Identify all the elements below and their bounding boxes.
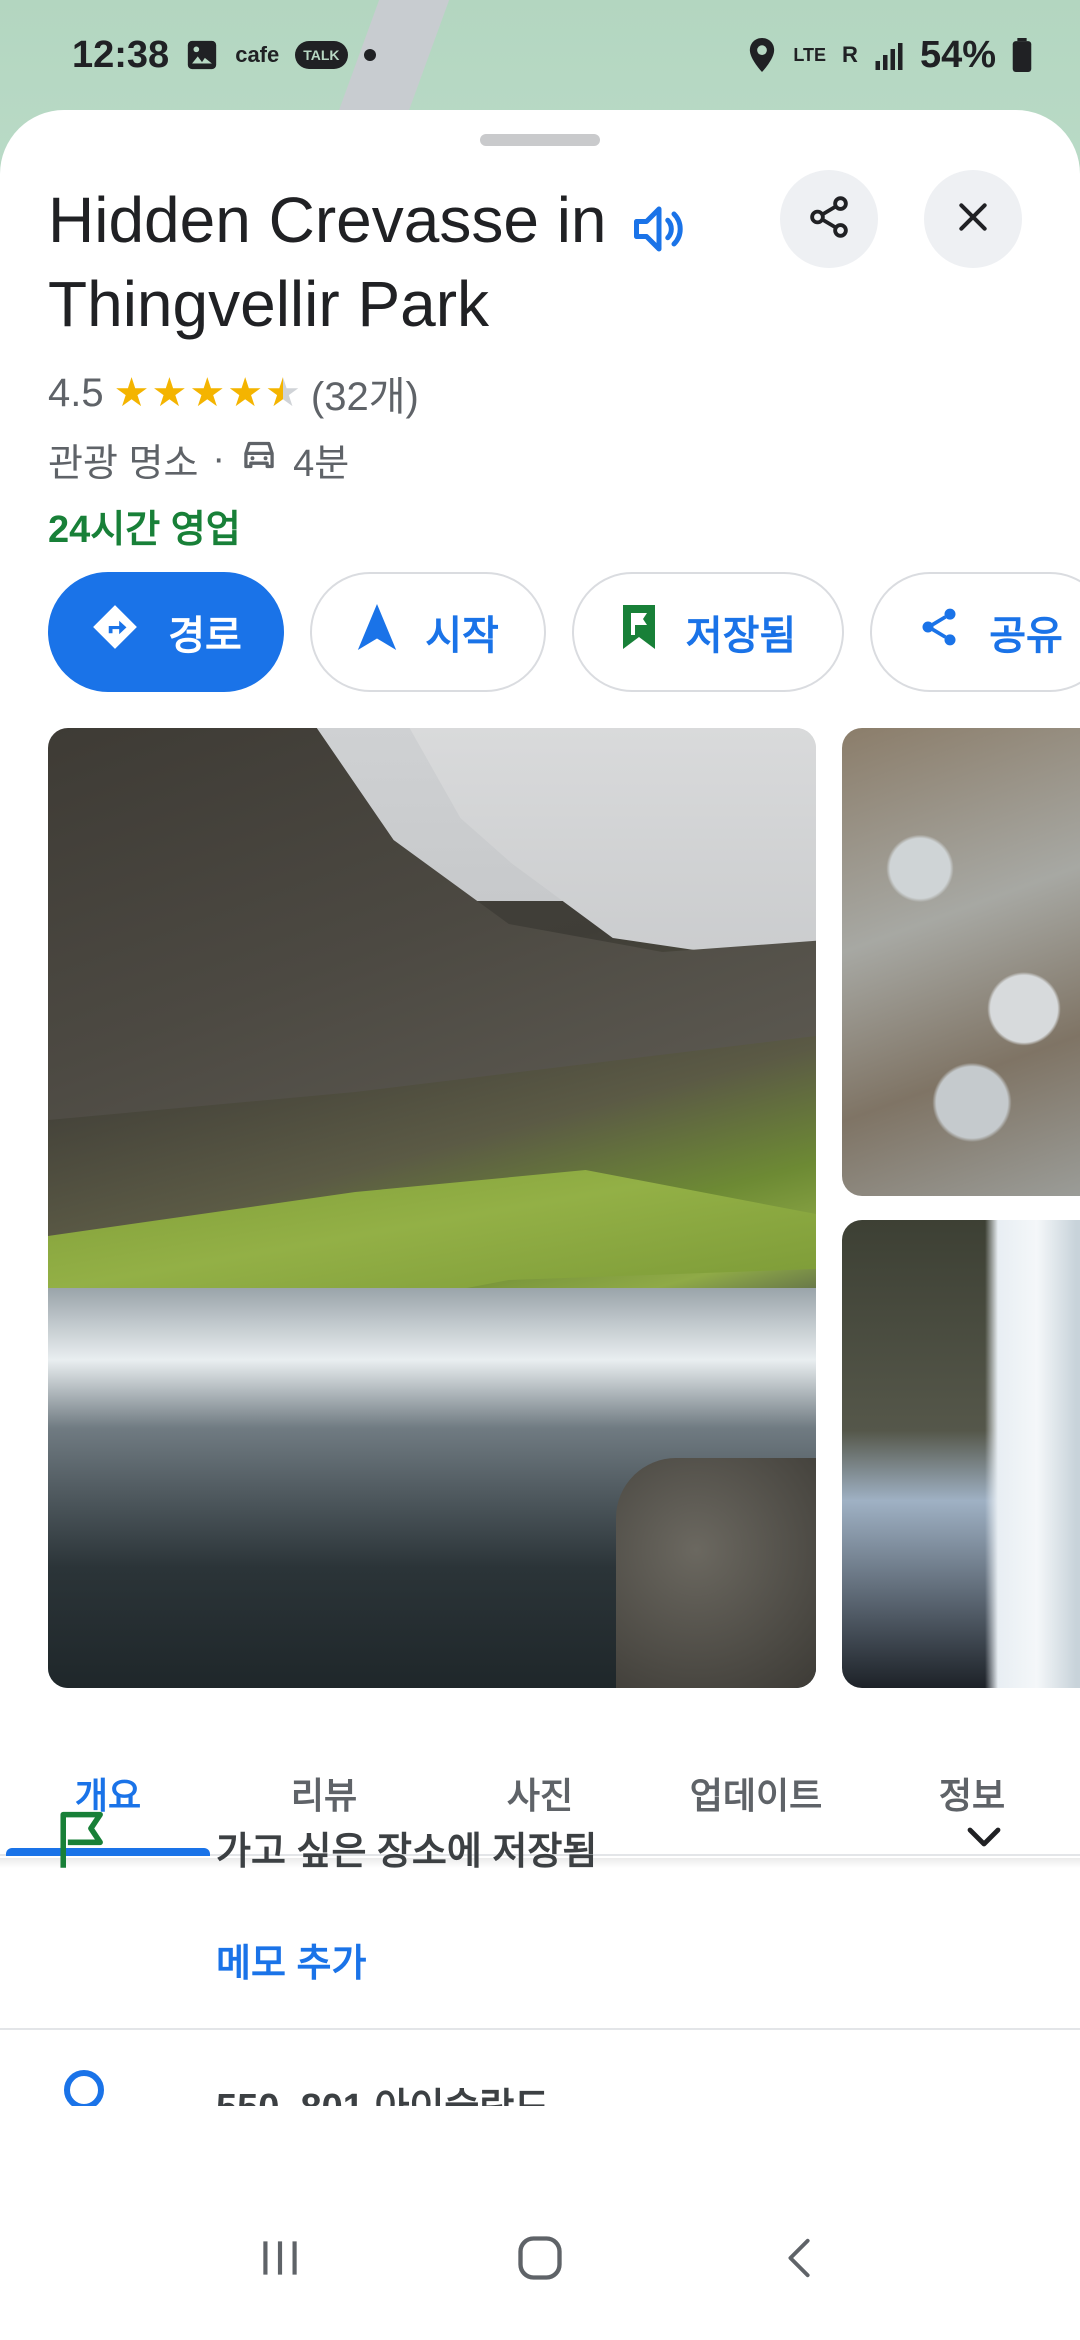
saved-list-text: 가고 싶은 장소에 저장됨: [216, 1831, 598, 1873]
share-icon: [917, 605, 961, 659]
share-icon: [806, 194, 852, 245]
place-sheet: Hidden Crevasse in Thingvellir Park 4.5 …: [0, 110, 1080, 2220]
gallery-icon: [185, 38, 219, 72]
address-text: 550, 801 아이슬란드: [216, 2076, 549, 2106]
place-title: Hidden Crevasse in Thingvellir Park: [48, 184, 607, 340]
back-button[interactable]: [755, 2215, 845, 2305]
half-star-icon: ★: [265, 371, 301, 415]
category-row: 관광 명소 · 4분: [48, 432, 349, 487]
status-right: LTE R 54%: [747, 34, 1032, 77]
kakaotalk-icon: TALK: [295, 41, 348, 69]
star-icon: ★: [189, 371, 226, 415]
star-rating: ★ ★ ★ ★ ★: [114, 373, 301, 413]
start-label: 시작: [425, 614, 499, 658]
address-row[interactable]: 550, 801 아이슬란드: [0, 2066, 1080, 2106]
directions-label: 경로: [168, 614, 242, 658]
notification-dot-icon: [363, 49, 376, 61]
saved-button[interactable]: 저장됨: [572, 572, 844, 692]
status-bar: 12:38 cafe TALK LTE R 54%: [0, 0, 1080, 110]
directions-icon: [90, 602, 140, 662]
review-count: (32개): [310, 375, 419, 419]
system-nav-bar: [0, 2180, 1080, 2340]
pronunciation-button[interactable]: [618, 190, 700, 272]
rating-value: 4.5: [48, 370, 104, 415]
photo-frosted-ground[interactable]: [842, 728, 1080, 1196]
recent-apps-icon: [255, 2233, 305, 2288]
back-icon: [777, 2232, 823, 2289]
battery-percent: 54%: [919, 33, 996, 76]
place-category: 관광 명소: [48, 443, 199, 485]
battery-icon: [1012, 38, 1032, 72]
signal-icon: [874, 39, 904, 71]
share-button[interactable]: [780, 170, 878, 268]
status-time: 12:38: [72, 33, 170, 76]
car-icon: [239, 437, 279, 483]
start-navigation-button[interactable]: 시작: [310, 572, 546, 692]
flag-icon: [56, 1810, 112, 1875]
cafe-app-label: cafe: [235, 42, 280, 67]
lte-indicator: LTE: [793, 46, 826, 64]
photo-waterfall[interactable]: [842, 1220, 1080, 1688]
lte-label: LTE: [793, 45, 827, 65]
photo-main-river[interactable]: [48, 728, 816, 1688]
star-icon: ★: [113, 371, 150, 415]
opening-hours: 24시간 영업: [48, 509, 241, 551]
category-separator: ·: [212, 438, 226, 480]
photo-rock: [616, 1458, 816, 1688]
bookmark-flag-icon: [620, 605, 658, 659]
star-icon: ★: [151, 371, 188, 415]
saved-label: 저장됨: [685, 614, 797, 658]
share-label: 공유: [989, 614, 1063, 658]
action-chips: 경로 시작 저장됨 공유: [48, 572, 1080, 692]
roaming-label: R: [842, 42, 858, 67]
recent-apps-button[interactable]: [235, 2215, 325, 2305]
drive-time: 4분: [293, 443, 350, 485]
home-button[interactable]: [495, 2215, 585, 2305]
chevron-down-icon[interactable]: [960, 1814, 1008, 1867]
share-chip-button[interactable]: 공유: [870, 572, 1080, 692]
speaker-icon: [629, 199, 689, 264]
location-pin-icon: [64, 2070, 104, 2106]
section-divider: [0, 2028, 1080, 2030]
status-left: 12:38 cafe TALK: [72, 34, 376, 77]
close-button[interactable]: [924, 170, 1022, 268]
home-icon: [514, 2232, 566, 2289]
close-icon: [953, 197, 993, 242]
drag-handle[interactable]: [480, 134, 600, 146]
add-memo-link[interactable]: 메모 추가: [216, 1932, 366, 1987]
star-icon: ★: [227, 371, 264, 415]
rating-row[interactable]: 4.5 ★ ★ ★ ★ ★ (32개): [48, 364, 419, 422]
location-icon: [747, 38, 777, 72]
directions-button[interactable]: 경로: [48, 572, 284, 692]
saved-list-row[interactable]: 가고 싶은 장소에 저장됨: [0, 1790, 1080, 1900]
navigation-arrow-icon: [357, 604, 397, 660]
